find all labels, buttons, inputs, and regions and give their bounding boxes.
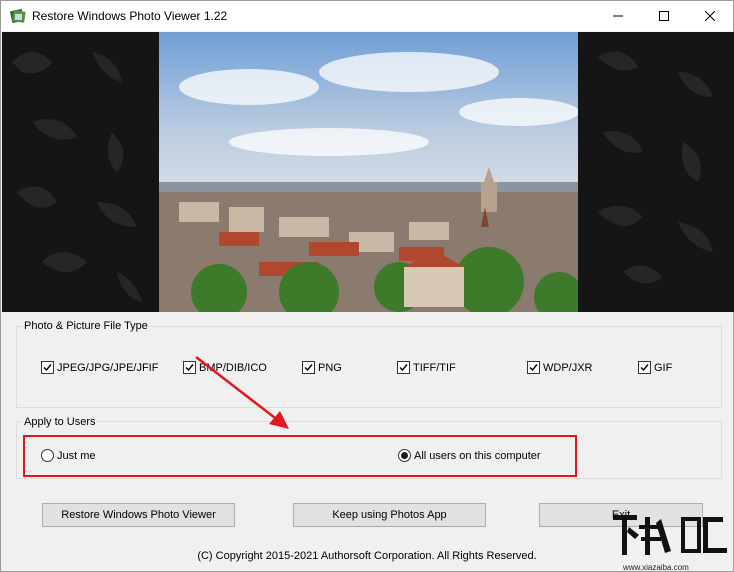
watermark-site-text: www.xiazaiba.com — [623, 563, 689, 572]
annotation-arrow-icon — [195, 356, 289, 429]
watermark-logo — [613, 515, 727, 555]
keep-photos-app-button[interactable]: Keep using Photos App — [293, 503, 486, 527]
app-window: Restore Windows Photo Viewer 1.22 Photo … — [0, 0, 734, 572]
restore-button[interactable]: Restore Windows Photo Viewer — [42, 503, 235, 527]
